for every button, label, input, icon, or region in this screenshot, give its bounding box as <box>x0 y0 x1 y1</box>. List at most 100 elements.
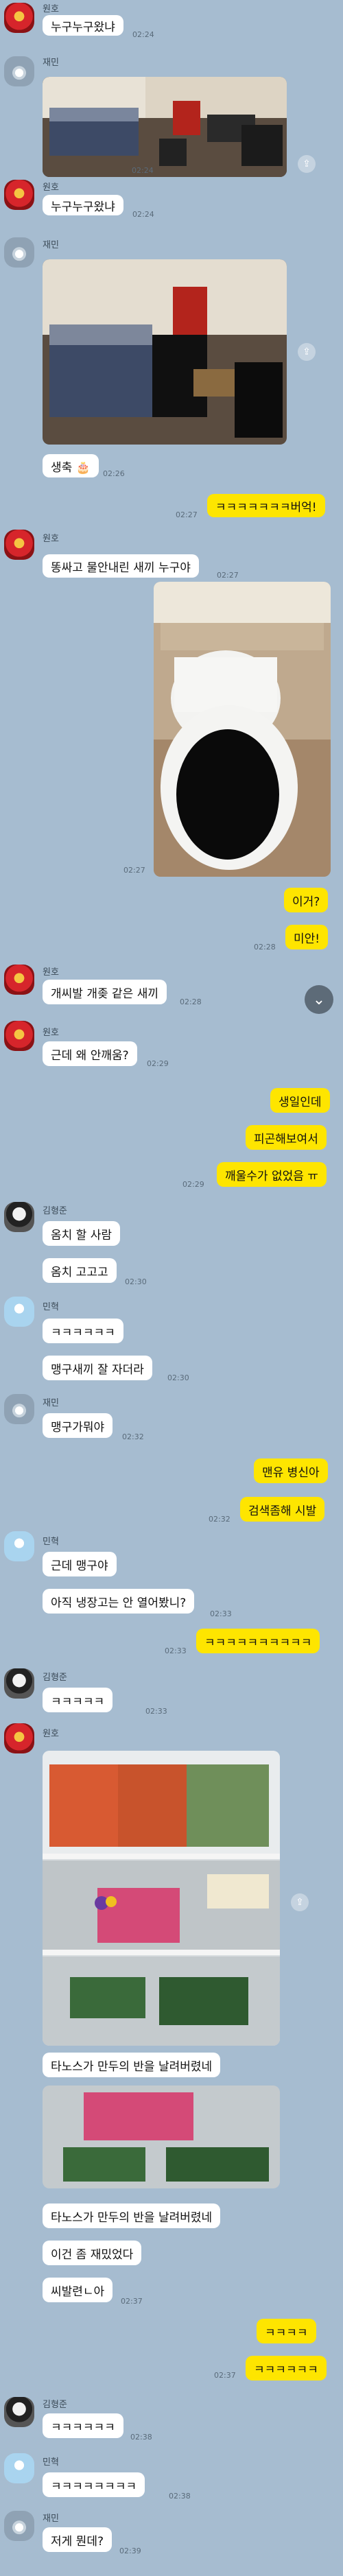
message-bubble[interactable]: 개씨발 개좆 같은 새끼 <box>43 980 167 1004</box>
avatar[interactable] <box>4 2397 34 2427</box>
message-time: 02:32 <box>209 1515 230 1524</box>
share-icon[interactable]: ⇪ <box>291 1893 309 1911</box>
my-message-bubble[interactable]: 이거? <box>284 888 329 912</box>
message-time: 02:30 <box>167 1373 189 1382</box>
photo-message[interactable] <box>43 259 287 445</box>
message-time: 02:27 <box>217 571 239 580</box>
my-message-bubble[interactable]: ㅋㅋㅋㅋㅋㅋㅋㅋㅋㅋ <box>196 1629 320 1653</box>
photo-message[interactable] <box>43 2085 280 2188</box>
sender-name: 김형준 <box>43 1206 67 1216</box>
avatar[interactable] <box>4 237 34 268</box>
message-time: 02:27 <box>123 866 145 875</box>
sender-name: 민혁 <box>43 2457 59 2468</box>
my-message-bubble[interactable]: ㅋㅋㅋㅋ <box>257 2319 316 2343</box>
my-message-bubble[interactable]: 깨울수가 없었음 ㅠ <box>217 1162 327 1187</box>
sender-name: 재민 <box>43 58 59 68</box>
message-time: 02:24 <box>132 30 154 39</box>
message-bubble[interactable]: 옴치 고고고 <box>43 1258 117 1283</box>
avatar[interactable] <box>4 1394 34 1424</box>
fridge-photo <box>43 1751 280 2046</box>
message-bubble[interactable]: ㅋㅋㅋㅋㅋㅋ <box>43 1319 123 1343</box>
message-bubble[interactable]: 옴치 할 사람 <box>43 1221 121 1246</box>
message-bubble[interactable]: 저게 뭔데? <box>43 2527 112 2552</box>
avatar[interactable] <box>4 1668 34 1699</box>
avatar[interactable] <box>4 180 34 210</box>
toilet-photo <box>154 582 331 877</box>
message-time: 02:37 <box>121 2297 143 2306</box>
avatar[interactable] <box>4 2453 34 2483</box>
message-bubble[interactable]: 맹구새끼 잘 자더라 <box>43 1356 152 1380</box>
message-time: 02:24 <box>132 166 154 175</box>
message-time: 02:33 <box>210 1609 232 1618</box>
message-bubble[interactable]: 타노스가 만두의 반을 날려버렸네 <box>43 2203 221 2228</box>
message-time: 02:28 <box>254 943 276 952</box>
message-bubble[interactable]: 아직 냉장고는 안 열어봤니? <box>43 1589 195 1614</box>
share-icon[interactable]: ⇪ <box>298 343 316 361</box>
message-time: 02:38 <box>169 2492 191 2501</box>
photo-message[interactable] <box>43 77 287 177</box>
message-time: 02:33 <box>145 1707 167 1716</box>
message-time: 02:26 <box>103 469 125 478</box>
avatar[interactable] <box>4 1202 34 1232</box>
message-bubble[interactable]: ㅋㅋㅋㅋㅋㅋㅋㅋ <box>43 2472 145 2497</box>
sender-name: 민혁 <box>43 1302 59 1312</box>
message-bubble[interactable]: 타노스가 만두의 반을 날려버렸네 <box>43 2053 221 2077</box>
message-bubble[interactable]: ㅋㅋㅋㅋㅋ <box>43 1688 113 1712</box>
message-bubble[interactable]: ㅋㅋㅋㅋㅋㅋ <box>43 2413 123 2438</box>
sender-name: 원호 <box>43 534 59 544</box>
sender-name: 원호 <box>43 182 59 193</box>
avatar[interactable] <box>4 56 34 86</box>
sender-name: 민혁 <box>43 1537 59 1547</box>
message-bubble[interactable]: 근데 맹구야 <box>43 1552 117 1576</box>
avatar[interactable] <box>4 1723 34 1753</box>
avatar[interactable] <box>4 1297 34 1327</box>
message-time: 02:27 <box>176 510 198 519</box>
message-bubble[interactable]: 생축 🎂 <box>43 454 99 477</box>
room-photo <box>43 259 287 445</box>
message-time: 02:29 <box>147 1059 169 1068</box>
message-bubble[interactable]: 근데 왜 안깨움? <box>43 1041 137 1066</box>
avatar[interactable] <box>4 2511 34 2541</box>
message-bubble[interactable]: 똥싸고 물안내린 새끼 누구야 <box>43 554 199 578</box>
fridge-photo <box>43 2085 280 2188</box>
room-photo <box>43 77 287 177</box>
scroll-down-button[interactable]: ⌄ <box>305 985 333 1014</box>
avatar[interactable] <box>4 965 34 995</box>
photo-message[interactable] <box>43 1751 280 2046</box>
sender-name: 재민 <box>43 240 59 250</box>
photo-message[interactable] <box>154 582 331 877</box>
sender-name: 원호 <box>43 1729 59 1739</box>
sender-name: 원호 <box>43 1028 59 1038</box>
avatar[interactable] <box>4 1021 34 1051</box>
message-time: 02:30 <box>125 1277 147 1286</box>
chevron-down-icon: ⌄ <box>312 991 326 1008</box>
sender-name: 김형준 <box>43 2400 67 2410</box>
my-message-bubble[interactable]: 피곤해보여서 <box>246 1125 327 1150</box>
avatar[interactable] <box>4 3 34 33</box>
my-message-bubble[interactable]: 검색좀해 시발 <box>240 1497 325 1522</box>
message-bubble[interactable]: 맹구가뭐야 <box>43 1413 113 1438</box>
message-time: 02:28 <box>180 997 202 1006</box>
my-message-bubble[interactable]: 맨유 병신아 <box>254 1458 328 1483</box>
share-icon[interactable]: ⇪ <box>298 155 316 173</box>
sender-name: 김형준 <box>43 1673 67 1683</box>
my-message-bubble[interactable]: ㅋㅋㅋㅋㅋㅋ <box>246 2356 327 2380</box>
message-time: 02:32 <box>122 1432 144 1441</box>
sender-name: 원호 <box>43 4 59 14</box>
avatar[interactable] <box>4 1531 34 1561</box>
message-time: 02:39 <box>119 2547 141 2555</box>
message-time: 02:29 <box>182 1180 204 1189</box>
sender-name: 재민 <box>43 2514 59 2524</box>
message-time: 02:38 <box>130 2433 152 2442</box>
message-time: 02:24 <box>132 210 154 219</box>
my-message-bubble[interactable]: 생일인데 <box>270 1088 330 1113</box>
message-bubble[interactable]: 누구누구왔냐 <box>43 15 123 36</box>
message-bubble[interactable]: 누구누구왔냐 <box>43 195 123 215</box>
sender-name: 원호 <box>43 967 59 978</box>
my-message-bubble[interactable]: 미안! <box>285 925 329 949</box>
message-bubble[interactable]: 씨발련ㄴ아 <box>43 2278 113 2302</box>
my-message-bubble[interactable]: ㅋㅋㅋㅋㅋㅋㅋ버억! <box>207 494 325 517</box>
message-bubble[interactable]: 이건 좀 재밌었다 <box>43 2241 142 2265</box>
avatar[interactable] <box>4 530 34 560</box>
sender-name: 재민 <box>43 1398 59 1408</box>
